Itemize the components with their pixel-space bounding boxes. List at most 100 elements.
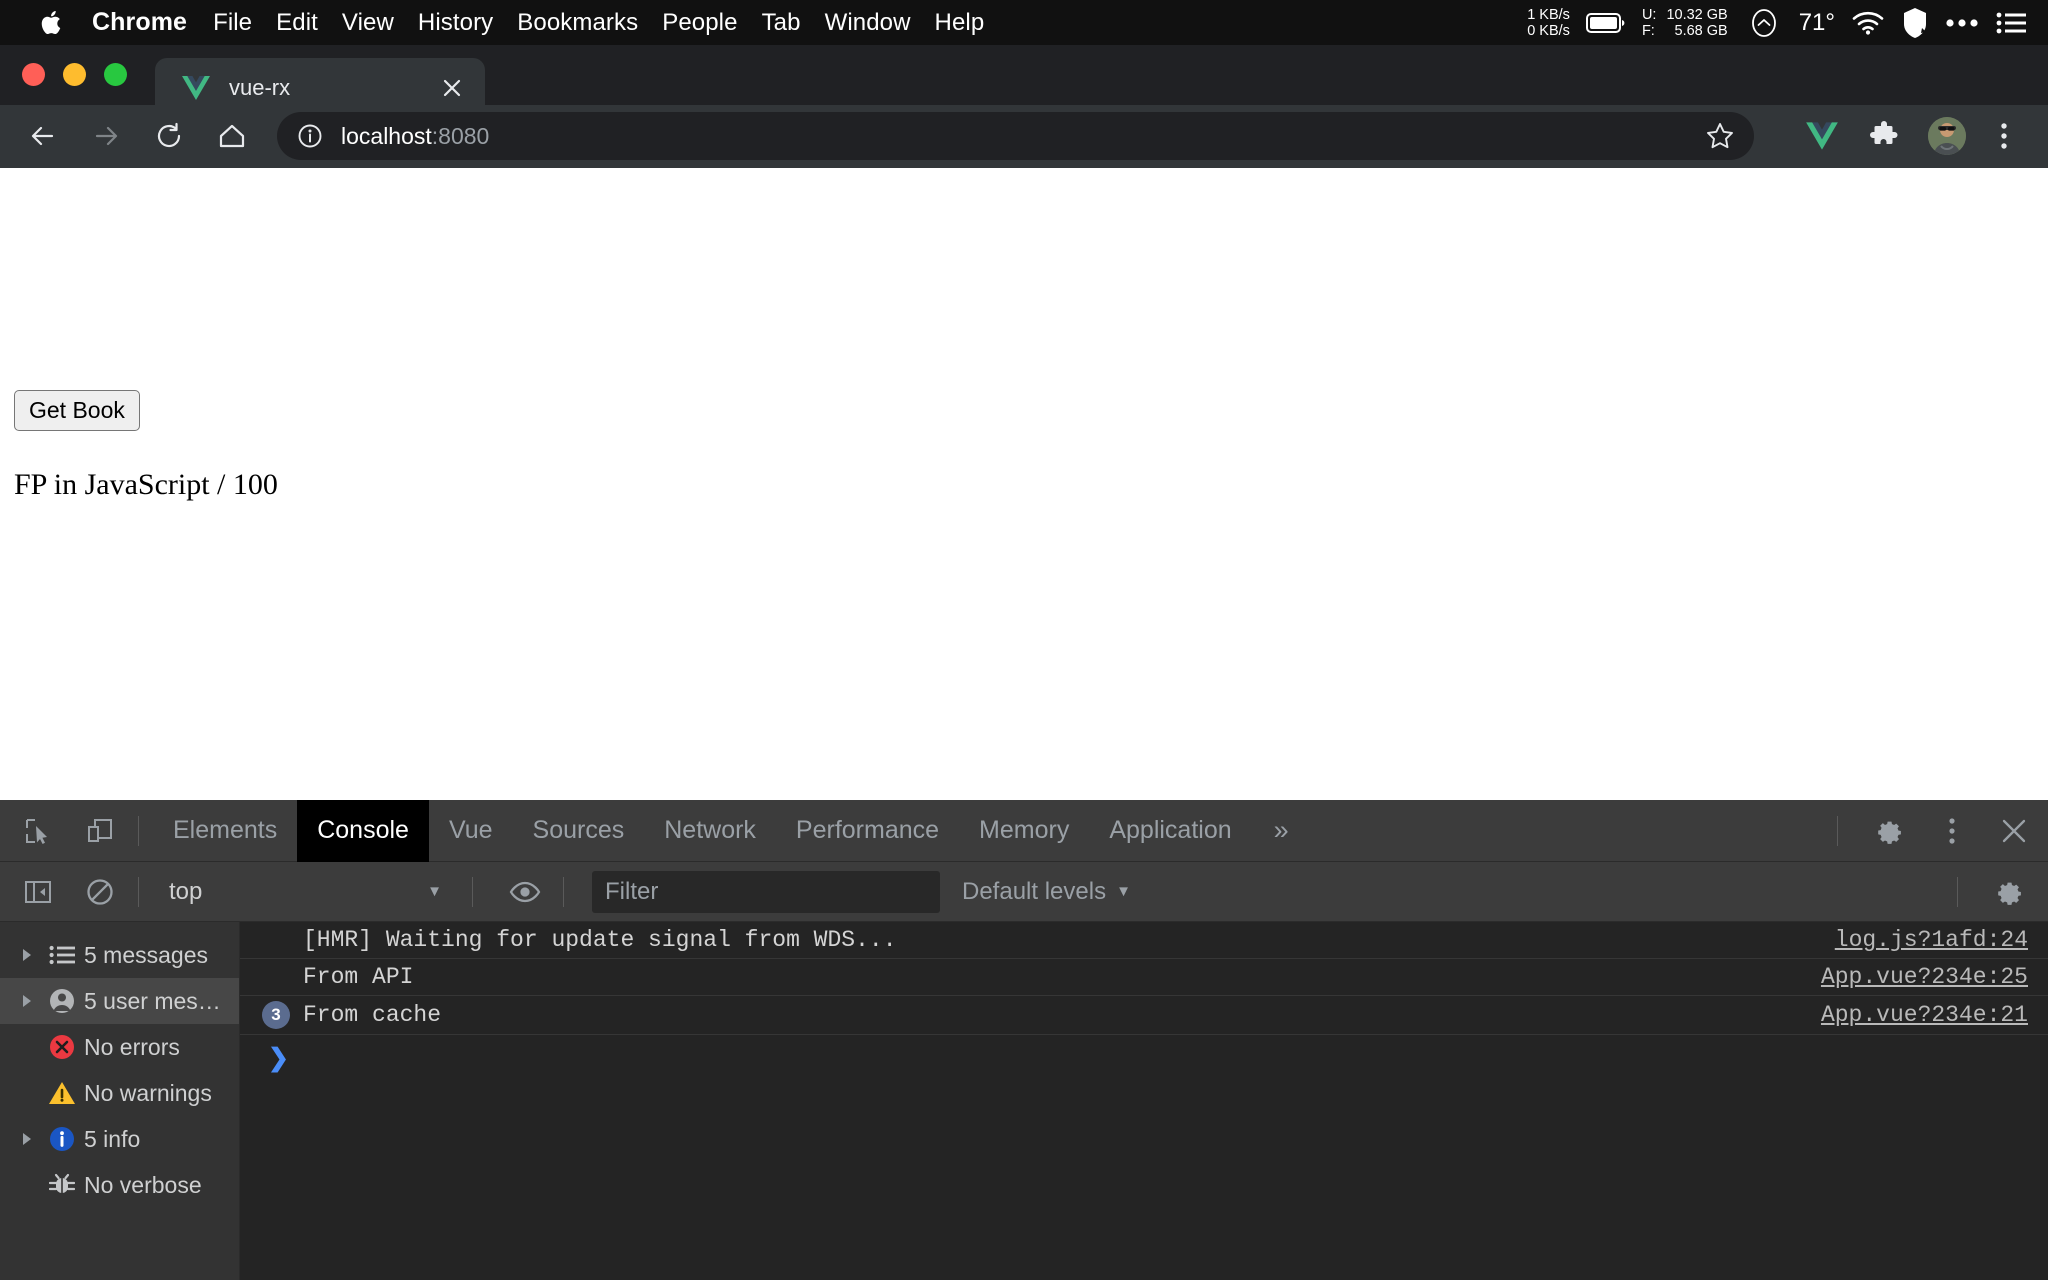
gear-icon[interactable]: [1866, 807, 1914, 855]
expand-arrow-icon[interactable]: [14, 994, 40, 1008]
sidebar-item-info[interactable]: 5 info: [0, 1116, 239, 1162]
info-icon: [40, 1125, 84, 1153]
console-log-source-link[interactable]: log.js?1afd:24: [1835, 927, 2028, 953]
more-tabs-button[interactable]: »: [1252, 800, 1311, 862]
console-body: 5 messages 5 user mes… No errors No warn…: [0, 922, 2048, 1280]
prompt-caret-icon: ❯: [268, 1044, 289, 1074]
console-log-row[interactable]: 3 From cache App.vue?234e:21: [240, 996, 2048, 1035]
chevron-up-circle-icon[interactable]: [1746, 5, 1782, 41]
execution-context-label: top: [169, 877, 203, 905]
memory-indicator[interactable]: U: F: 10.32 GB 5.68 GB: [1642, 7, 1728, 39]
tab-sources[interactable]: Sources: [513, 800, 645, 862]
close-devtools-icon[interactable]: [1990, 807, 2038, 855]
battery-icon[interactable]: [1585, 12, 1626, 34]
tab-title: vue-rx: [229, 75, 291, 100]
shield-icon[interactable]: [1902, 7, 1928, 39]
three-dot-menu-icon[interactable]: [1980, 112, 2028, 160]
url-host: localhost: [341, 122, 432, 149]
memory-used-label: U:: [1641, 6, 1657, 23]
screen: Chrome File Edit View History Bookmarks …: [0, 0, 2048, 1280]
sidebar-item-warnings[interactable]: No warnings: [0, 1070, 239, 1116]
three-dot-menu-icon[interactable]: [1928, 807, 1976, 855]
console-log-source-link[interactable]: App.vue?234e:21: [1821, 1002, 2028, 1028]
tab-application[interactable]: Application: [1089, 800, 1251, 862]
log-levels-dropdown[interactable]: Default levels ▼: [962, 878, 1131, 906]
menu-item-chrome[interactable]: Chrome: [92, 8, 187, 37]
sidebar-item-user-messages[interactable]: 5 user mes…: [0, 978, 239, 1024]
divider: [1837, 816, 1838, 846]
list-icon[interactable]: [1996, 11, 2026, 35]
menu-item-help[interactable]: Help: [935, 9, 985, 37]
tab-memory[interactable]: Memory: [959, 800, 1089, 862]
console-filter-input[interactable]: Filter: [592, 870, 940, 913]
tab-performance[interactable]: Performance: [776, 800, 959, 862]
device-toolbar-icon[interactable]: [76, 807, 124, 855]
tab-console[interactable]: Console: [297, 799, 429, 862]
eye-icon[interactable]: [501, 868, 549, 916]
console-log-row[interactable]: [HMR] Waiting for update signal from WDS…: [240, 922, 2048, 959]
console-prompt[interactable]: ❯: [240, 1035, 2048, 1081]
divider: [138, 815, 139, 846]
tab-strip: vue-rx: [0, 45, 2048, 131]
menubar-status-area: 1 KB/s 0 KB/s U: F: 10.32 GB 5.68 GB 71°: [1527, 0, 2026, 45]
console-settings-gear-icon[interactable]: [1986, 868, 2034, 916]
reload-icon[interactable]: [146, 113, 192, 159]
tab-elements[interactable]: Elements: [153, 800, 297, 862]
menu-item-tab[interactable]: Tab: [762, 9, 801, 37]
star-icon[interactable]: [1696, 112, 1744, 160]
tab-network[interactable]: Network: [644, 800, 776, 862]
home-icon[interactable]: [209, 113, 255, 159]
memory-free-label: F:: [1641, 22, 1655, 39]
execution-context-dropdown[interactable]: top ▼: [153, 872, 458, 912]
puzzle-piece-icon[interactable]: [1860, 112, 1908, 160]
url-port: :8080: [431, 122, 490, 149]
get-book-button[interactable]: Get Book: [14, 390, 140, 431]
expand-arrow-icon[interactable]: [14, 948, 40, 962]
menu-item-history[interactable]: History: [418, 9, 493, 37]
menu-item-file[interactable]: File: [213, 9, 252, 37]
wifi-icon[interactable]: [1851, 10, 1885, 36]
arrow-forward-icon[interactable]: [83, 113, 129, 159]
vue-devtools-icon[interactable]: [1798, 112, 1846, 160]
minimize-window-button[interactable]: [63, 63, 86, 86]
book-result-text: FP in JavaScript / 100: [14, 468, 278, 501]
divider: [138, 876, 139, 907]
console-log-source-link[interactable]: App.vue?234e:25: [1821, 964, 2028, 990]
menu-item-view[interactable]: View: [342, 9, 394, 37]
console-log-message: [HMR] Waiting for update signal from WDS…: [303, 927, 897, 953]
console-log-message: From API: [303, 964, 414, 990]
info-circle-icon[interactable]: [297, 123, 323, 149]
menu-item-edit[interactable]: Edit: [276, 9, 318, 37]
console-message-list[interactable]: [HMR] Waiting for update signal from WDS…: [240, 922, 2048, 1280]
console-sidebar: 5 messages 5 user mes… No errors No warn…: [0, 922, 240, 1280]
apple-logo-icon[interactable]: [40, 8, 66, 38]
sidebar-toggle-icon[interactable]: [14, 868, 62, 916]
maximize-window-button[interactable]: [104, 63, 127, 86]
console-log-row[interactable]: From API App.vue?234e:25: [240, 959, 2048, 996]
address-bar[interactable]: localhost:8080: [277, 112, 1754, 160]
network-speed-indicator[interactable]: 1 KB/s 0 KB/s: [1527, 7, 1570, 39]
sidebar-item-errors[interactable]: No errors: [0, 1024, 239, 1070]
clear-console-icon[interactable]: [76, 868, 124, 916]
menu-item-window[interactable]: Window: [825, 9, 911, 37]
menu-item-bookmarks[interactable]: Bookmarks: [517, 9, 638, 37]
close-window-button[interactable]: [22, 63, 45, 86]
filter-placeholder: Filter: [605, 877, 659, 905]
console-settings-area: [1943, 862, 2034, 922]
menu-item-people[interactable]: People: [662, 9, 737, 37]
arrow-back-icon[interactable]: [20, 113, 66, 159]
tab-vue[interactable]: Vue: [429, 800, 513, 862]
inspect-element-icon[interactable]: [14, 807, 62, 855]
close-icon[interactable]: [435, 71, 469, 105]
sidebar-item-verbose[interactable]: No verbose: [0, 1162, 239, 1208]
expand-arrow-icon[interactable]: [14, 1132, 40, 1146]
divider: [563, 876, 564, 907]
sidebar-item-label: No verbose: [84, 1171, 202, 1198]
temperature-indicator[interactable]: 71°: [1799, 9, 1835, 37]
ellipsis-icon[interactable]: [1945, 18, 1979, 28]
log-repeat-count-badge: 3: [262, 1001, 290, 1029]
sidebar-item-messages[interactable]: 5 messages: [0, 932, 239, 978]
chevron-down-icon: ▼: [427, 883, 442, 900]
avatar[interactable]: [1928, 117, 1966, 155]
network-upload-speed: 1 KB/s: [1527, 6, 1570, 23]
